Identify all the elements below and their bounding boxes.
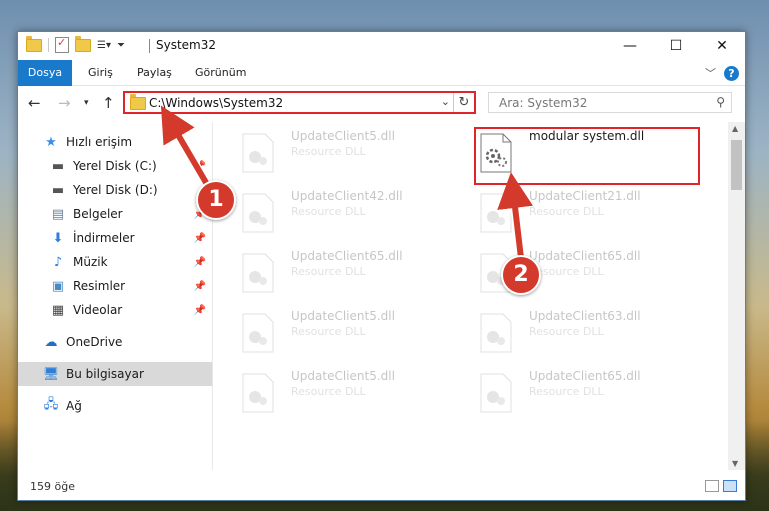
arrow-1 [160, 105, 211, 188]
arrow-2 [497, 172, 533, 259]
step-2-badge: 2 [501, 255, 541, 295]
annotation-arrows [160, 105, 533, 259]
step-1-badge: 1 [196, 180, 236, 220]
